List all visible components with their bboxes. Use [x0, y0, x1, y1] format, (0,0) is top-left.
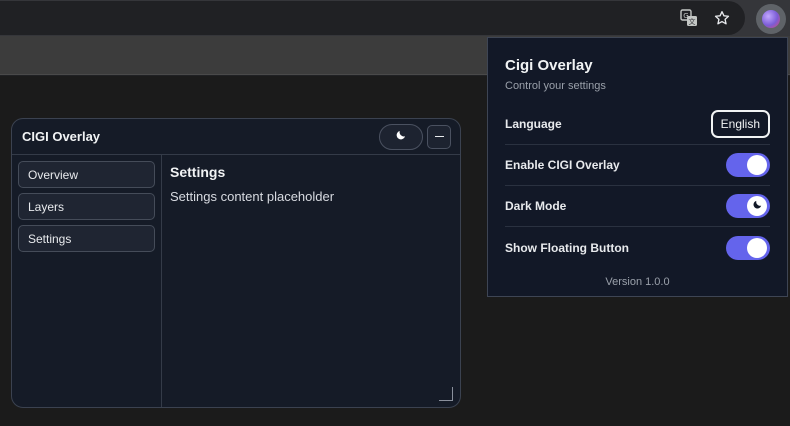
browser-toolbar: G 文 — [0, 0, 790, 36]
dark-mode-label: Dark Mode — [505, 199, 567, 213]
overlay-nav: Overview Layers Settings — [12, 155, 162, 407]
enable-overlay-toggle[interactable] — [726, 153, 770, 177]
bookmark-star-icon[interactable] — [711, 7, 733, 29]
moon-icon — [752, 197, 763, 215]
toggle-knob — [747, 155, 767, 175]
nav-item-overview[interactable]: Overview — [18, 161, 155, 188]
theme-toggle-button[interactable] — [379, 123, 423, 150]
enable-overlay-row: Enable CIGI Overlay — [505, 145, 770, 186]
floating-button-toggle[interactable] — [726, 235, 770, 260]
extension-popup: Cigi Overlay Control your settings Langu… — [487, 37, 788, 297]
version-text: Version 1.0.0 — [605, 276, 670, 288]
floating-button-label: Show Floating Button — [505, 240, 629, 255]
overlay-title: CIGI Overlay — [22, 129, 101, 144]
dark-mode-toggle[interactable] — [726, 194, 770, 218]
minimize-icon — [434, 135, 444, 138]
popup-subtitle: Control your settings — [505, 80, 606, 92]
dark-mode-row: Dark Mode — [505, 186, 770, 227]
floating-button-row: Show Floating Button — [505, 227, 770, 268]
enable-overlay-label: Enable CIGI Overlay — [505, 158, 620, 172]
extension-avatar-icon — [762, 10, 780, 28]
language-button[interactable]: English — [710, 110, 770, 138]
resize-handle[interactable] — [439, 387, 453, 401]
content-text: Settings content placeholder — [170, 189, 335, 204]
content-title: Settings — [170, 164, 226, 180]
nav-item-settings[interactable]: Settings — [18, 225, 155, 252]
language-label: Language — [505, 117, 562, 131]
toggle-knob — [747, 196, 767, 216]
svg-text:文: 文 — [689, 17, 696, 26]
toggle-knob — [747, 237, 767, 258]
extension-button[interactable] — [756, 4, 786, 34]
overlay-header[interactable]: CIGI Overlay — [12, 119, 460, 155]
language-row: Language English — [505, 104, 770, 145]
popup-title: Cigi Overlay — [505, 57, 593, 74]
address-bar[interactable] — [0, 1, 745, 35]
minimize-button[interactable] — [427, 124, 451, 149]
moon-icon — [395, 128, 407, 146]
nav-item-layers[interactable]: Layers — [18, 193, 155, 220]
overlay-content: Settings Settings content placeholder — [162, 155, 460, 407]
overlay-panel[interactable]: CIGI Overlay Overview Layers Settings Se… — [11, 118, 461, 408]
translate-icon[interactable]: G 文 — [678, 7, 700, 29]
